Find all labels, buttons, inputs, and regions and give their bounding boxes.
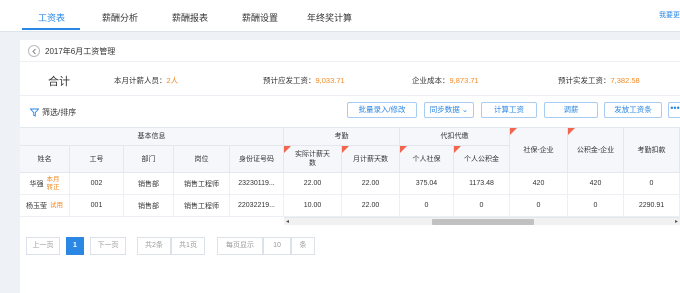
tab-salary-report[interactable]: 薪酬报表: [172, 11, 208, 24]
scroll-right-icon[interactable]: ▸: [675, 218, 678, 225]
table-row-cell-month-days[interactable]: 22.00: [342, 173, 400, 195]
more-options-icon[interactable]: •••: [668, 102, 680, 118]
table-row-cell-dept: 销售部: [124, 173, 174, 195]
table-row-cell-company-si[interactable]: 0: [510, 195, 568, 217]
group-withholding: 代扣代缴: [400, 128, 510, 146]
top-nav: 工资表 薪酬分析 薪酬报表 薪酬设置 年终奖计算 我要更: [0, 0, 680, 32]
edit-flag-icon: [400, 146, 407, 153]
table-row-cell-position: 销售工程师: [174, 195, 230, 217]
total-items: 共2条: [137, 237, 171, 255]
tab-payroll[interactable]: 工资表: [38, 11, 65, 24]
col-actual-days[interactable]: 实际计薪天数: [284, 146, 342, 173]
table-row-cell-emp-no: 001: [70, 195, 124, 217]
edit-flag-icon: [454, 146, 461, 153]
tab-salary-analysis[interactable]: 薪酬分析: [102, 11, 138, 24]
prev-page-button[interactable]: 上一页: [26, 237, 60, 255]
net-pay-stat: 预计实发工资：7,382.58: [558, 76, 640, 85]
table-row-cell-personal-hf[interactable]: 1173.48: [454, 173, 510, 195]
col-personal-si[interactable]: 个人社保: [400, 146, 454, 173]
batch-edit-button[interactable]: 批量录入/修改: [347, 102, 417, 118]
group-attendance: 考勤: [284, 128, 400, 146]
scroll-left-icon[interactable]: ◂: [286, 218, 289, 225]
table-row-cell-id-no: 22032219...: [230, 195, 284, 217]
status-badge: 试用: [50, 201, 63, 209]
payroll-table: 基本信息 考勤 代扣代缴 社保-企业 公积金-企业 考勤扣款 姓名 工号 部门 …: [20, 127, 680, 225]
chevron-down-icon: ⌄: [461, 105, 469, 114]
filter-icon: [29, 108, 40, 118]
table-row-cell-company-hf[interactable]: 0: [568, 195, 624, 217]
col-attendance-deduct[interactable]: 考勤扣款: [624, 128, 680, 173]
sync-data-button[interactable]: 同步数据 ⌄: [424, 102, 474, 118]
table-row-cell-dept: 销售部: [124, 195, 174, 217]
col-month-days[interactable]: 月计薪天数: [342, 146, 400, 173]
col-id-no[interactable]: 身份证号码: [230, 146, 284, 173]
page-title: 2017年6月工资管理: [45, 47, 116, 56]
table-row-cell-actual-days[interactable]: 10.00: [284, 195, 342, 217]
toolbar: 筛选/排序 批量录入/修改 同步数据 ⌄ 计算工资 调薪 发放工资条 •••: [20, 96, 680, 126]
next-page-button[interactable]: 下一页: [90, 237, 126, 255]
per-page-unit: 条: [291, 237, 315, 255]
table-row-cell-attendance-deduct[interactable]: 2290.91: [624, 195, 680, 217]
help-link[interactable]: 我要更: [659, 10, 680, 20]
table-row-cell-actual-days[interactable]: 22.00: [284, 173, 342, 195]
col-personal-hf[interactable]: 个人公积金: [454, 146, 510, 173]
horizontal-scrollbar[interactable]: ◂ ▸: [284, 217, 680, 225]
table-row-cell-personal-hf[interactable]: 0: [454, 195, 510, 217]
per-page-label: 每页显示: [217, 237, 263, 255]
page-1-button[interactable]: 1: [66, 237, 84, 255]
company-cost-value: 9,873.71: [449, 76, 479, 85]
gross-pay-stat: 预计应发工资：9,033.71: [263, 76, 345, 85]
group-basic-info: 基本信息: [20, 128, 284, 146]
tab-salary-settings[interactable]: 薪酬设置: [242, 11, 278, 24]
col-company-hf[interactable]: 公积金-企业: [568, 128, 624, 173]
total-pages: 共1页: [171, 237, 205, 255]
edit-flag-icon: [510, 128, 517, 135]
company-cost-stat: 企业成本：9,873.71: [412, 76, 479, 85]
title-row: 2017年6月工资管理: [20, 40, 680, 62]
table-row-cell-personal-si[interactable]: 375.04: [400, 173, 454, 195]
table-row-cell-company-hf[interactable]: 420: [568, 173, 624, 195]
table-row-cell-position: 销售工程师: [174, 173, 230, 195]
summary-label: 合计: [48, 76, 70, 88]
calculate-salary-button[interactable]: 计算工资: [481, 102, 537, 118]
active-tab-indicator: [22, 28, 80, 30]
table-row-cell-name[interactable]: 华强 本月 转正: [20, 173, 70, 195]
headcount-value: 2人: [166, 76, 179, 85]
pagination: 上一页 1 下一页 共2条 共1页 每页显示 10 条: [20, 237, 680, 257]
table-row-cell-company-si[interactable]: 420: [510, 173, 568, 195]
col-emp-no[interactable]: 工号: [70, 146, 124, 173]
back-arrow-icon[interactable]: [28, 45, 40, 57]
table-row-cell-month-days[interactable]: 22.00: [342, 195, 400, 217]
summary-row: 合计 本月计薪人员：2人 预计应发工资：9,033.71 企业成本：9,873.…: [20, 62, 680, 96]
col-name[interactable]: 姓名: [20, 146, 70, 173]
table-row-cell-attendance-deduct[interactable]: 0: [624, 173, 680, 195]
table-row-cell-emp-no: 002: [70, 173, 124, 195]
scroll-thumb[interactable]: [432, 219, 534, 225]
edit-flag-icon: [284, 146, 291, 153]
net-pay-value: 7,382.58: [610, 76, 640, 85]
tab-bonus-calc[interactable]: 年终奖计算: [307, 11, 352, 24]
col-position[interactable]: 岗位: [174, 146, 230, 173]
send-payslip-button[interactable]: 发放工资条: [604, 102, 662, 118]
gross-pay-value: 9,033.71: [315, 76, 345, 85]
filter-sort-button[interactable]: 筛选/排序: [29, 107, 76, 118]
table-row-cell-name[interactable]: 杨玉莹 试用: [20, 195, 70, 217]
per-page-select[interactable]: 10: [263, 237, 291, 255]
edit-flag-icon: [568, 128, 575, 135]
col-dept[interactable]: 部门: [124, 146, 174, 173]
status-badge: 本月 转正: [46, 175, 60, 191]
table-row-cell-id-no: 23230119...: [230, 173, 284, 195]
main-panel: 2017年6月工资管理 合计 本月计薪人员：2人 预计应发工资：9,033.71…: [20, 40, 680, 293]
table-row-cell-personal-si[interactable]: 0: [400, 195, 454, 217]
col-company-si[interactable]: 社保-企业: [510, 128, 568, 173]
adjust-salary-button[interactable]: 调薪: [544, 102, 598, 118]
headcount-stat: 本月计薪人员：2人: [114, 76, 179, 85]
edit-flag-icon: [342, 146, 349, 153]
